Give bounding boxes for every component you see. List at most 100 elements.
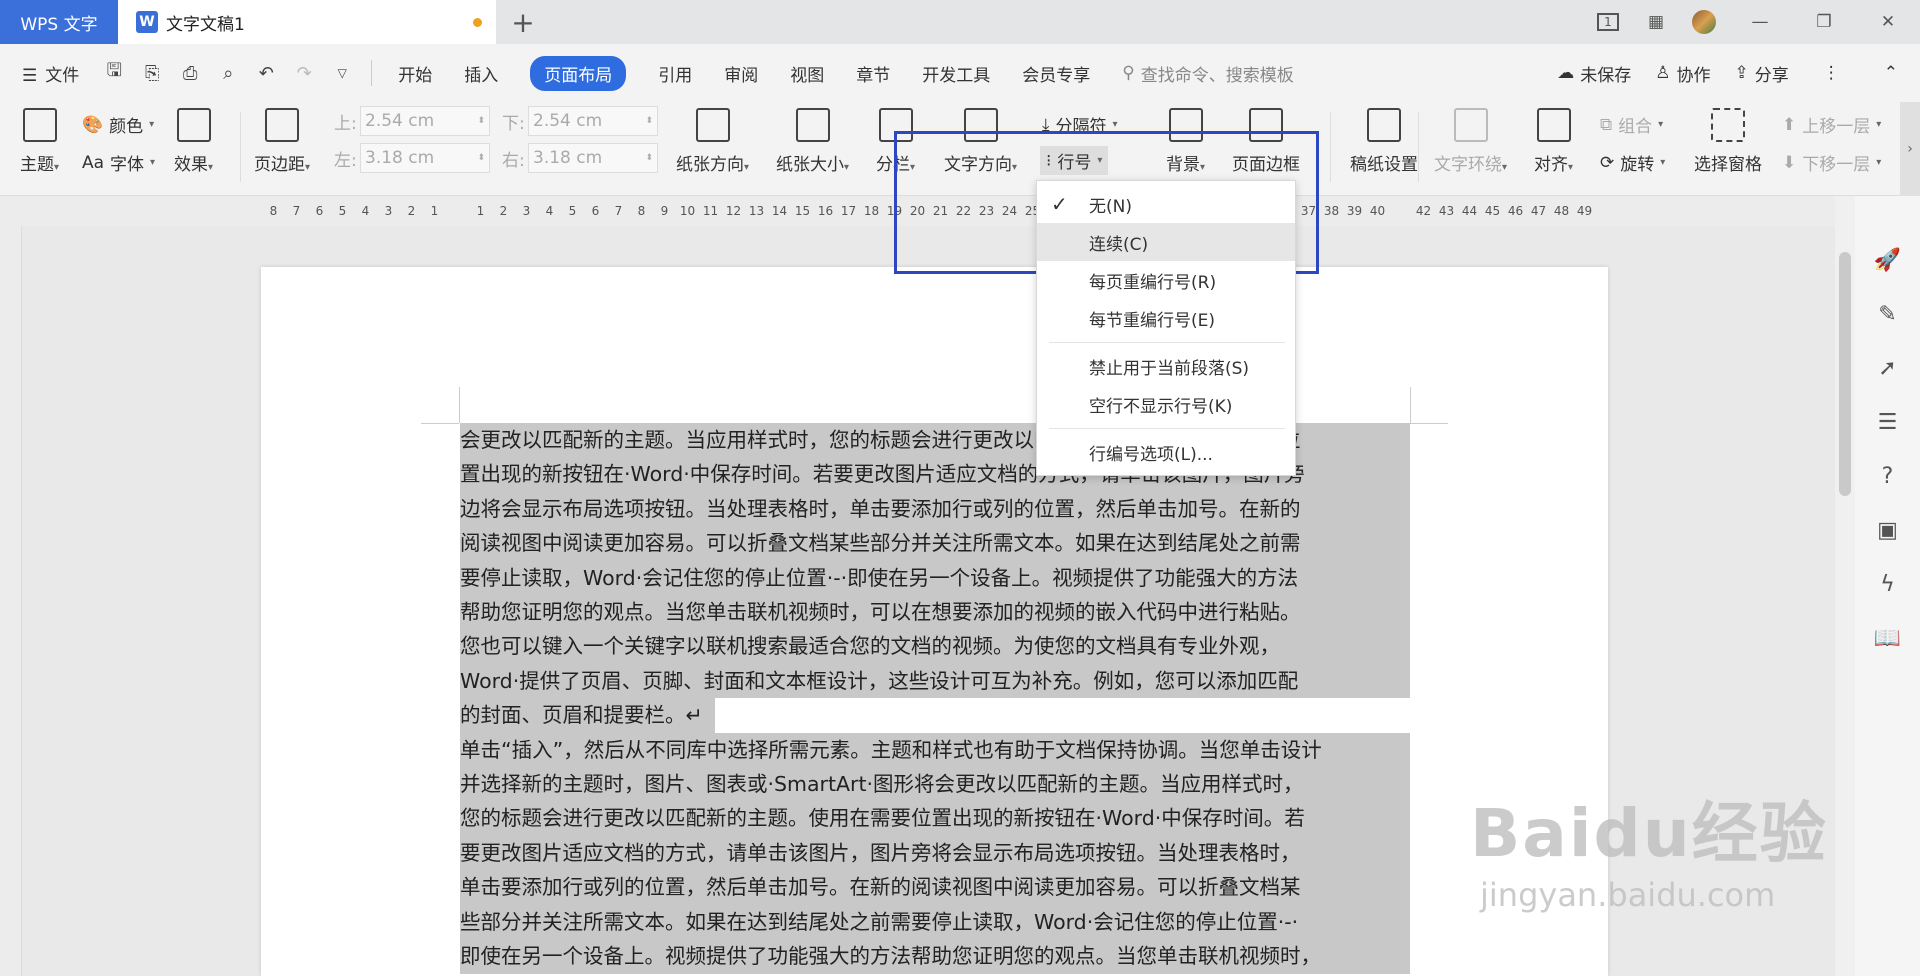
collapse-ribbon-icon[interactable]: ⌃	[1862, 63, 1920, 83]
text-line: 些部分并关注所需文本。如果在达到结尾处之前需要停止读取，Word·会记住您的停止…	[460, 904, 1410, 940]
left-margin-field[interactable]: 左: 3.18 cm ⬍	[334, 143, 490, 173]
align-icon	[1536, 108, 1571, 142]
theme-button[interactable]: 主题▾	[20, 108, 59, 175]
rotate-icon: ⟳	[1600, 152, 1615, 173]
tab-view[interactable]: 视图	[774, 44, 840, 102]
layout-button[interactable]: 1	[1584, 0, 1632, 44]
print-preview-icon[interactable]: ⌕	[209, 44, 247, 102]
unsaved-button[interactable]: ☁ 未保存	[1545, 61, 1643, 86]
close-icon[interactable]: ✕	[1856, 0, 1920, 44]
hamburger-icon: ☰	[22, 65, 38, 86]
right-margin-field[interactable]: 右: 3.18 cm ⬍	[502, 143, 658, 173]
line-numbers-dropdown: ✓ 无(N) 连续(C) 每页重编行号(R) 每节重编行号(E) 禁止用于当前段落…	[1036, 180, 1296, 476]
lightning-icon[interactable]: ϟ	[1874, 570, 1902, 598]
paragraph-2[interactable]: 单击“插入”，然后从不同库中选择所需元素。主题和样式也有助于文档保持协调。当您单…	[460, 732, 1410, 974]
ruler-tick: 7	[614, 204, 623, 218]
ruler-tick: 47	[1530, 204, 1547, 218]
image-tool-icon[interactable]: ▣	[1874, 516, 1902, 544]
paper-size-button[interactable]: 纸张大小▾	[776, 108, 849, 175]
file-menu[interactable]: ☰ 文件	[0, 44, 95, 102]
line-numbers-none-item[interactable]: ✓ 无(N)	[1037, 185, 1295, 223]
export-icon[interactable]: ⎘	[133, 44, 171, 102]
unsaved-dot-icon	[473, 17, 482, 27]
ruler-tick: 49	[1576, 204, 1593, 218]
text-wrap-button[interactable]: 文字环绕▾	[1434, 108, 1507, 175]
book-icon[interactable]: 📖	[1874, 624, 1902, 652]
apps-grid-icon[interactable]: ▦	[1632, 0, 1680, 44]
print-icon[interactable]: ⎙	[171, 44, 209, 102]
text-line: 要停止读取，Word·会记住您的停止位置·-·即使在另一个设备上。视频提供了功能…	[460, 560, 1410, 596]
bring-forward-button[interactable]: ⬆ 上移一层 ▾	[1782, 112, 1881, 138]
ruler-tick: 8	[269, 204, 278, 218]
tab-home[interactable]: 开始	[382, 44, 448, 102]
ruler-tick: 7	[292, 204, 301, 218]
line-numbers-options-item[interactable]: 行编号选项(L)...	[1037, 433, 1295, 471]
font-icon: Aa	[82, 152, 105, 173]
restore-icon[interactable]: ❐	[1792, 0, 1856, 44]
ruler-tick: 6	[315, 204, 324, 218]
orientation-button[interactable]: 纸张方向▾	[676, 108, 749, 175]
app-name: WPS 文字	[20, 14, 98, 35]
color-button[interactable]: 🎨 颜色 ▾	[82, 112, 154, 138]
line-numbers-suppress-item[interactable]: 禁止用于当前段落(S)	[1037, 347, 1295, 385]
bottom-margin-field[interactable]: 下: 2.54 cm ⬍	[502, 106, 658, 136]
sliders-icon[interactable]: ☰	[1874, 408, 1902, 436]
tab-developer[interactable]: 开发工具	[906, 44, 1006, 102]
collaborate-button[interactable]: ♙ 协作	[1643, 61, 1722, 86]
line-numbers-continuous-item[interactable]: 连续(C)	[1037, 223, 1295, 261]
document-body[interactable]: 会更改以匹配新的主题。当应用样式时，您的标题会进行更改以匹配新的主题。使用在需要…	[460, 423, 1410, 974]
selection-pane-button[interactable]: 选择窗格	[1694, 108, 1762, 175]
app-tab[interactable]: WPS 文字	[0, 0, 118, 44]
tab-member[interactable]: 会员专享	[1006, 44, 1106, 102]
new-tab-button[interactable]: +	[496, 0, 550, 44]
ruler-tick: 2	[407, 204, 416, 218]
effect-button[interactable]: 效果▾	[174, 108, 213, 175]
margins-button[interactable]: 页边距▾	[254, 108, 310, 175]
avatar[interactable]	[1680, 0, 1728, 44]
ruler-tick: 48	[1553, 204, 1570, 218]
undo-icon[interactable]: ↶	[247, 44, 285, 102]
quick-access-dropdown-icon[interactable]: ▽	[323, 44, 361, 102]
ruler-tick: 1	[430, 204, 439, 218]
minimize-icon[interactable]: —	[1728, 0, 1792, 44]
help-icon[interactable]: ?	[1874, 462, 1902, 490]
redo-icon[interactable]: ↷	[285, 44, 323, 102]
command-search[interactable]: ⚲ 查找命令、搜索模板	[1106, 61, 1309, 86]
text-line: 您也可以键入一个关键字以联机搜索最适合您的文档的视频。为使您的文档具有专业外观，	[460, 629, 1410, 664]
group-button[interactable]: ⧉ 组合 ▾	[1600, 112, 1663, 138]
ruler-tick: 5	[568, 204, 577, 218]
line-numbers-restart-page-item[interactable]: 每页重编行号(R)	[1037, 261, 1295, 299]
align-button[interactable]: 对齐▾	[1534, 108, 1573, 175]
top-margin-field[interactable]: 上: 2.54 cm ⬍	[334, 106, 490, 136]
share-button[interactable]: ⇪ 分享	[1723, 61, 1801, 86]
scrollbar-thumb[interactable]	[1839, 252, 1851, 496]
tab-chapter[interactable]: 章节	[840, 44, 906, 102]
baidu-watermark: Baidu经验 jingyan.baidu.com	[1470, 795, 1828, 914]
tab-insert[interactable]: 插入	[448, 44, 514, 102]
tab-page-layout[interactable]: 页面布局	[514, 44, 642, 102]
ribbon-scroll-right-icon[interactable]: ›	[1900, 102, 1920, 196]
more-icon[interactable]: ⋮	[1801, 63, 1862, 83]
vertical-scrollbar[interactable]	[1835, 196, 1855, 976]
ruler-tick: 4	[361, 204, 370, 218]
text-line: 要更改图片适应文档的方式，请单击该图片，图片旁将会显示布局选项按钮。当处理表格时…	[460, 835, 1410, 871]
line-numbers-skip-blank-item[interactable]: 空行不显示行号(K)	[1037, 385, 1295, 423]
draft-settings-button[interactable]: 稿纸设置	[1350, 108, 1418, 175]
vertical-ruler[interactable]	[0, 226, 22, 976]
pen-icon[interactable]: ✎	[1874, 300, 1902, 328]
ruler-tick: 15	[794, 204, 811, 218]
send-backward-button[interactable]: ⬇ 下移一层 ▾	[1782, 150, 1881, 176]
ruler-tick: 42	[1415, 204, 1432, 218]
tab-references[interactable]: 引用	[642, 44, 708, 102]
rotate-button[interactable]: ⟳ 旋转 ▾	[1600, 150, 1665, 176]
ruler-tick: 43	[1438, 204, 1455, 218]
ruler-tick: 44	[1461, 204, 1478, 218]
font-button[interactable]: Aa 字体 ▾	[82, 150, 155, 176]
save-icon[interactable]: 🖫	[95, 44, 133, 102]
cursor-icon[interactable]: ➚	[1874, 354, 1902, 382]
document-tab[interactable]: W 文字文稿1	[118, 0, 496, 44]
tab-review[interactable]: 审阅	[708, 44, 774, 102]
line-numbers-restart-section-item[interactable]: 每节重编行号(E)	[1037, 299, 1295, 337]
ruler-tick: 11	[702, 204, 719, 218]
rocket-icon[interactable]: 🚀	[1874, 246, 1902, 274]
